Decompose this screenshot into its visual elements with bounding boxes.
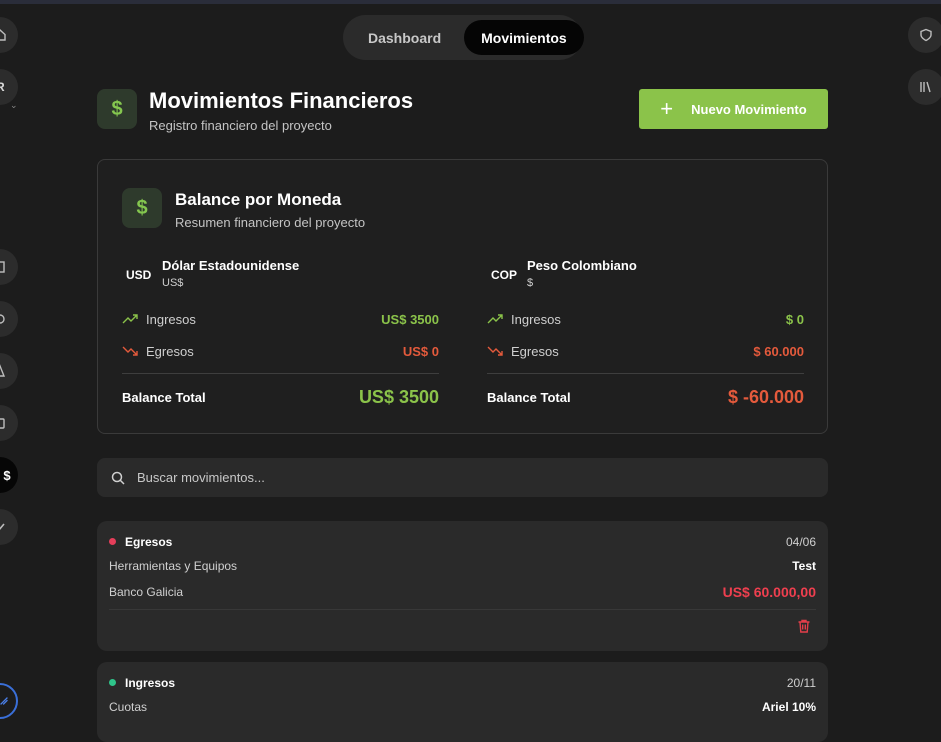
total-value: US$ 3500 (358, 386, 439, 407)
package-icon[interactable] (0, 301, 18, 337)
income-value: $ 0 (785, 311, 804, 327)
total-value: $ -60.000 (727, 386, 804, 407)
tab-movimientos[interactable]: Movimientos (464, 20, 584, 55)
trash-icon[interactable] (796, 618, 812, 634)
expense-label: Egresos (511, 343, 559, 359)
expense-row: Egresos US$ 0 (122, 341, 439, 361)
clipboard-icon[interactable] (0, 405, 18, 441)
income-label: Ingresos (146, 311, 196, 327)
expense-value: US$ 0 (402, 343, 439, 359)
chevron-down-icon: ⌄ (10, 100, 18, 110)
movement-card[interactable]: Egresos 04/06 Herramientas y Equipos Tes… (97, 521, 828, 651)
check-icon[interactable] (0, 509, 18, 545)
user-initial: R (0, 80, 5, 94)
balance-title: Balance por Moneda (175, 190, 342, 209)
page-subtitle: Registro financiero del proyecto (149, 118, 332, 133)
movement-description: Ariel 10% (761, 700, 816, 714)
search-input[interactable] (137, 470, 737, 485)
expense-value: $ 60.000 (753, 343, 804, 359)
building-icon[interactable] (0, 249, 18, 285)
tab-dashboard[interactable]: Dashboard (351, 20, 458, 55)
currency-symbol: $ (527, 277, 534, 289)
movement-category: Herramientas y Equipos (109, 559, 238, 573)
currency-code: USD (126, 268, 152, 282)
movement-date: 04/06 (785, 535, 816, 549)
rocket-icon (0, 697, 8, 705)
dollar-icon: $ (3, 467, 11, 483)
currency-symbol: US$ (162, 277, 184, 289)
expense-label: Egresos (146, 343, 194, 359)
balance-subtitle: Resumen financiero del proyecto (175, 215, 366, 230)
trending-up-icon (122, 314, 138, 324)
divider (109, 609, 816, 610)
trending-down-icon (487, 346, 503, 356)
window-top-strip (0, 0, 941, 4)
movement-description: Test (792, 559, 816, 573)
plus-icon: + (660, 96, 674, 121)
home-icon[interactable] (0, 17, 18, 53)
movement-amount: US$ 60.000,00 (722, 584, 816, 600)
library-icon[interactable] (908, 69, 941, 105)
trending-up-icon (487, 314, 503, 324)
income-label: Ingresos (511, 311, 561, 327)
dollar-icon: $ (97, 89, 137, 129)
type-indicator-dot (109, 538, 116, 545)
currency-name: Dólar Estadounidense (162, 258, 300, 273)
new-movement-button[interactable]: + Nuevo Movimiento (639, 89, 828, 129)
movement-type: Egresos (125, 535, 173, 549)
movement-type: Ingresos (125, 676, 176, 690)
total-label: Balance Total (487, 389, 571, 405)
income-value: US$ 3500 (381, 311, 439, 327)
type-indicator-dot (109, 679, 116, 686)
new-movement-label: Nuevo Movimiento (691, 101, 807, 117)
movement-category: Cuotas (109, 700, 148, 714)
currency-name: Peso Colombiano (527, 258, 637, 273)
view-tabs: Dashboard Movimientos (343, 15, 584, 60)
trending-down-icon (122, 346, 138, 356)
total-row: Balance Total US$ 3500 (122, 385, 439, 409)
shield-icon[interactable] (908, 17, 941, 53)
divider (122, 373, 439, 374)
dollar-icon: $ (122, 188, 162, 228)
brand-logo-button[interactable] (0, 683, 18, 719)
movement-card[interactable]: Ingresos 20/11 Cuotas Ariel 10% (97, 662, 828, 742)
triangle-ruler-icon[interactable] (0, 353, 18, 389)
balance-card: $ Balance por Moneda Resumen financiero … (97, 159, 828, 434)
currency-code: COP (491, 268, 518, 282)
movement-date: 20/11 (786, 676, 816, 690)
total-label: Balance Total (122, 389, 206, 405)
divider (487, 373, 804, 374)
income-row: Ingresos US$ 3500 (122, 309, 439, 329)
search-bar (97, 458, 828, 497)
expense-row: Egresos $ 60.000 (487, 341, 804, 361)
finance-nav-button[interactable]: $ (0, 457, 18, 493)
income-row: Ingresos $ 0 (487, 309, 804, 329)
search-icon (111, 471, 125, 485)
movement-account: Banco Galicia (109, 585, 184, 599)
page-title: Movimientos Financieros (149, 88, 414, 113)
total-row: Balance Total $ -60.000 (487, 385, 804, 409)
